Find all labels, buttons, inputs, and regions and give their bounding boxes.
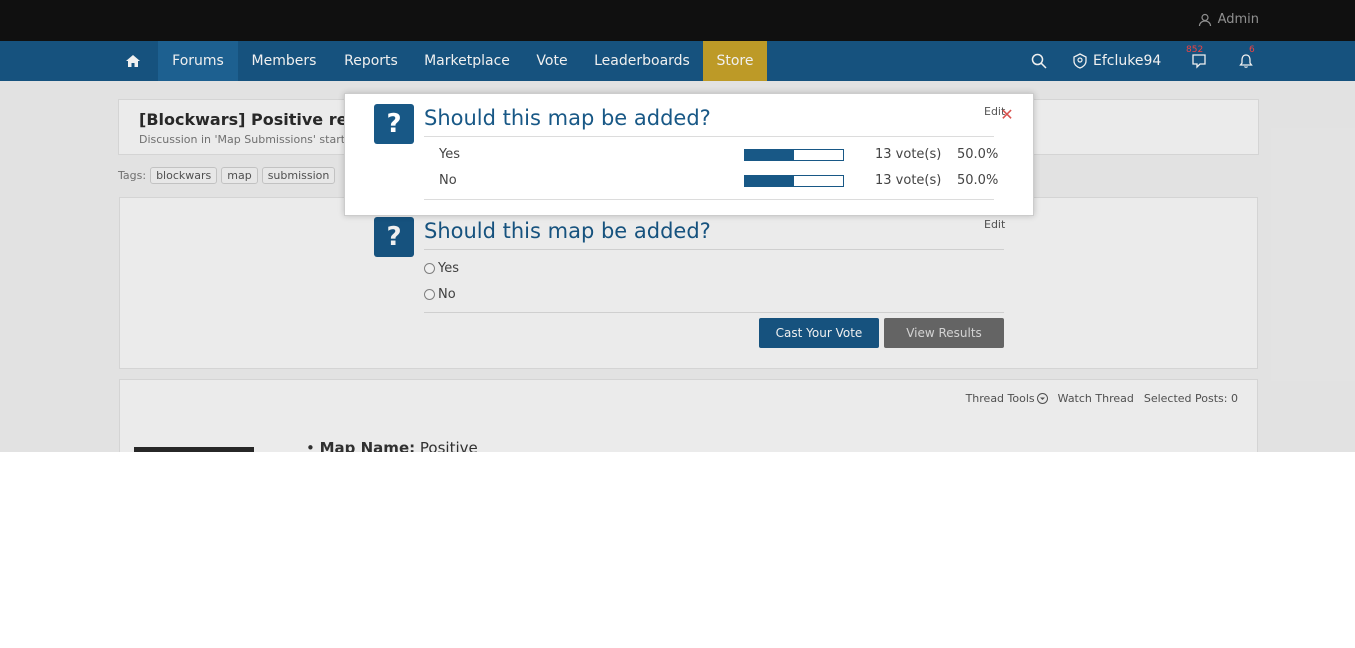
result-votes: 13 vote(s) bbox=[875, 173, 942, 188]
modal-question: Should this map be added? bbox=[424, 106, 711, 130]
result-bar bbox=[744, 175, 844, 187]
result-row: Yes 13 vote(s) 50.0% bbox=[439, 145, 999, 165]
modal-overlay[interactable] bbox=[0, 0, 1355, 452]
question-icon: ? bbox=[374, 104, 414, 144]
result-bar-fill bbox=[745, 176, 794, 186]
result-bar-fill bbox=[745, 150, 794, 160]
result-row: No 13 vote(s) 50.0% bbox=[439, 171, 999, 191]
result-votes: 13 vote(s) bbox=[875, 147, 942, 162]
divider bbox=[424, 136, 994, 137]
result-percent: 50.0% bbox=[957, 147, 999, 162]
close-icon[interactable]: ✕ bbox=[1000, 107, 1014, 123]
result-bar bbox=[744, 149, 844, 161]
result-percent: 50.0% bbox=[957, 173, 999, 188]
result-label: No bbox=[439, 173, 457, 188]
poll-results-modal: ? Should this map be added? Edit ✕ Yes 1… bbox=[344, 93, 1034, 216]
divider bbox=[424, 199, 994, 200]
browser-viewport: Admin Forums Members Reports Marketplace… bbox=[0, 0, 1355, 452]
result-label: Yes bbox=[439, 147, 460, 162]
